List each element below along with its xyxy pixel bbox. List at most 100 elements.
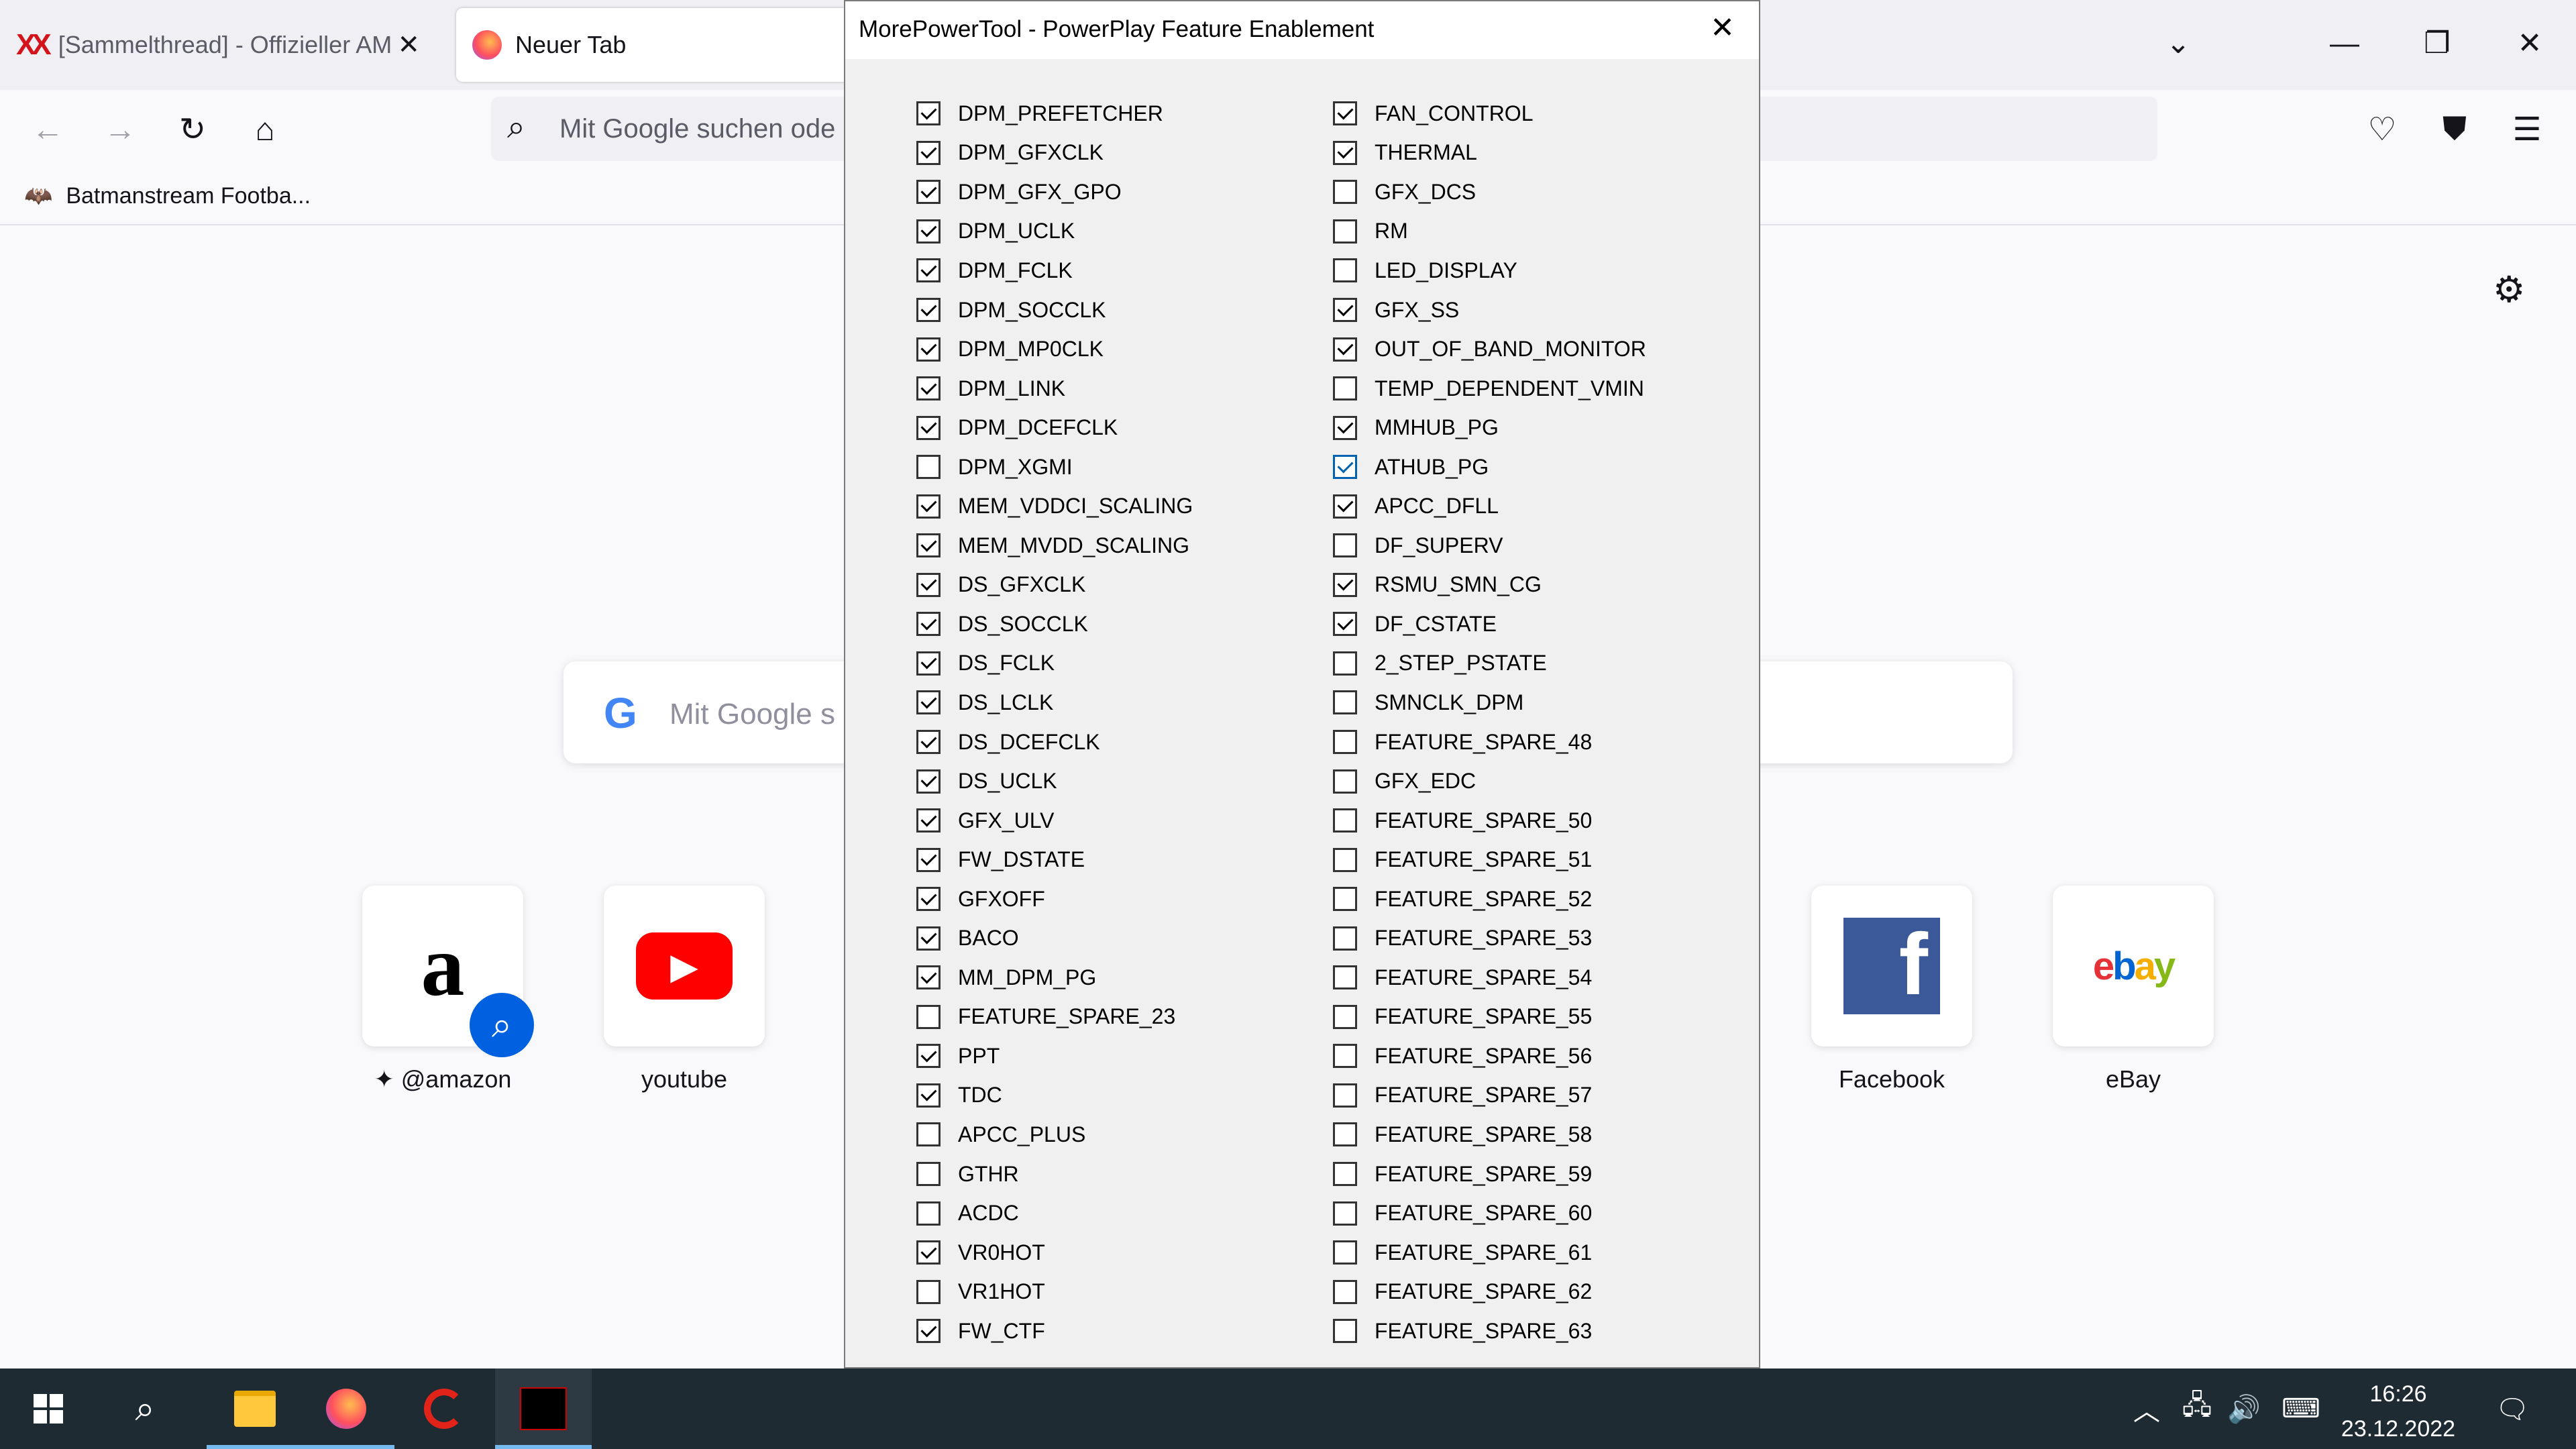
- feature-checkbox[interactable]: [916, 337, 941, 362]
- feature-row[interactable]: RSMU_SMN_CG: [1333, 566, 1646, 605]
- feature-row[interactable]: FEATURE_SPARE_58: [1333, 1115, 1646, 1155]
- feature-row[interactable]: DF_CSTATE: [1333, 604, 1646, 644]
- feature-checkbox[interactable]: [1333, 965, 1357, 990]
- feature-row[interactable]: BACO: [916, 918, 1193, 958]
- feature-checkbox[interactable]: [916, 1162, 941, 1187]
- feature-checkbox[interactable]: [916, 140, 941, 165]
- feature-row[interactable]: FEATURE_SPARE_62: [1333, 1272, 1646, 1311]
- feature-row[interactable]: DPM_DCEFCLK: [916, 408, 1193, 447]
- list-all-tabs-icon[interactable]: ⌄: [2148, 20, 2208, 67]
- feature-checkbox[interactable]: [1333, 337, 1357, 362]
- feature-row[interactable]: DS_LCLK: [916, 683, 1193, 722]
- feature-checkbox[interactable]: [916, 769, 941, 794]
- top-site-youtube[interactable]: ▶: [604, 885, 765, 1046]
- close-tab-icon[interactable]: ✕: [397, 30, 420, 60]
- restore-button[interactable]: ❐: [2407, 20, 2467, 67]
- feature-row[interactable]: FAN_CONTROL: [1333, 94, 1646, 133]
- show-hidden-icons-icon[interactable]: ︿: [2127, 1368, 2167, 1449]
- feature-row[interactable]: GFX_ULV: [916, 801, 1193, 841]
- back-button[interactable]: ←: [24, 106, 71, 153]
- feature-row[interactable]: DF_SUPERV: [1333, 526, 1646, 566]
- feature-row[interactable]: DPM_PREFETCHER: [916, 94, 1193, 133]
- feature-checkbox[interactable]: [1333, 1083, 1357, 1108]
- menu-button[interactable]: ☰: [2504, 106, 2551, 153]
- feature-row[interactable]: DPM_GFXCLK: [916, 133, 1193, 173]
- feature-row[interactable]: DS_FCLK: [916, 644, 1193, 684]
- feature-checkbox[interactable]: [916, 1004, 941, 1029]
- feature-checkbox[interactable]: [1333, 1240, 1357, 1265]
- feature-row[interactable]: ATHUB_PG: [1333, 447, 1646, 487]
- top-site-ebay[interactable]: ebay: [2053, 885, 2214, 1046]
- feature-checkbox[interactable]: [916, 180, 941, 205]
- feature-row[interactable]: VR0HOT: [916, 1233, 1193, 1273]
- file-explorer-button[interactable]: [207, 1368, 303, 1449]
- search-button[interactable]: ⌕: [97, 1368, 193, 1449]
- feature-checkbox[interactable]: [1333, 612, 1357, 637]
- feature-row[interactable]: SMNCLK_DPM: [1333, 683, 1646, 722]
- feature-checkbox[interactable]: [1333, 730, 1357, 755]
- feature-row[interactable]: GFXOFF: [916, 879, 1193, 919]
- feature-row[interactable]: MEM_VDDCI_SCALING: [916, 486, 1193, 526]
- feature-checkbox[interactable]: [1333, 847, 1357, 872]
- close-window-button[interactable]: ✕: [2500, 20, 2560, 67]
- feature-row[interactable]: TEMP_DEPENDENT_VMIN: [1333, 369, 1646, 409]
- feature-row[interactable]: FEATURE_SPARE_57: [1333, 1076, 1646, 1116]
- feature-checkbox[interactable]: [916, 808, 941, 833]
- feature-row[interactable]: OUT_OF_BAND_MONITOR: [1333, 329, 1646, 369]
- feature-checkbox[interactable]: [916, 1044, 941, 1069]
- feature-row[interactable]: FEATURE_SPARE_53: [1333, 918, 1646, 958]
- feature-checkbox[interactable]: [1333, 494, 1357, 519]
- network-icon[interactable]: 🖧: [2174, 1368, 2220, 1449]
- feature-checkbox[interactable]: [916, 1201, 941, 1226]
- settings-gear-icon[interactable]: ⚙: [2493, 268, 2525, 311]
- feature-checkbox[interactable]: [1333, 572, 1357, 597]
- feature-checkbox[interactable]: [916, 572, 941, 597]
- feature-checkbox[interactable]: [916, 847, 941, 872]
- clock[interactable]: 16:26 23.12.2022: [2321, 1377, 2475, 1446]
- feature-row[interactable]: FEATURE_SPARE_51: [1333, 840, 1646, 879]
- feature-checkbox[interactable]: [916, 1240, 941, 1265]
- feature-row[interactable]: GFX_EDC: [1333, 761, 1646, 801]
- feature-row[interactable]: RM: [1333, 212, 1646, 252]
- feature-row[interactable]: DPM_LINK: [916, 369, 1193, 409]
- ublock-icon[interactable]: ⛊: [2431, 106, 2478, 153]
- feature-row[interactable]: FEATURE_SPARE_61: [1333, 1233, 1646, 1273]
- feature-row[interactable]: LED_DISPLAY: [1333, 251, 1646, 290]
- feature-row[interactable]: FEATURE_SPARE_54: [1333, 958, 1646, 998]
- ccleaner-taskbar-button[interactable]: [396, 1368, 492, 1449]
- feature-checkbox[interactable]: [1333, 1319, 1357, 1344]
- feature-checkbox[interactable]: [916, 455, 941, 480]
- feature-checkbox[interactable]: [1333, 219, 1357, 244]
- feature-checkbox[interactable]: [1333, 808, 1357, 833]
- feature-row[interactable]: PPT: [916, 1036, 1193, 1076]
- feature-row[interactable]: ACDC: [916, 1193, 1193, 1233]
- feature-row[interactable]: MM_DPM_PG: [916, 958, 1193, 998]
- feature-checkbox[interactable]: [1333, 415, 1357, 440]
- feature-row[interactable]: MMHUB_PG: [1333, 408, 1646, 447]
- feature-row[interactable]: FEATURE_SPARE_63: [1333, 1311, 1646, 1351]
- feature-checkbox[interactable]: [916, 612, 941, 637]
- reload-button[interactable]: ↻: [169, 106, 216, 153]
- feature-checkbox[interactable]: [1333, 887, 1357, 912]
- feature-row[interactable]: FEATURE_SPARE_55: [1333, 998, 1646, 1037]
- feature-row[interactable]: DPM_SOCCLK: [916, 290, 1193, 330]
- feature-checkbox[interactable]: [1333, 769, 1357, 794]
- feature-row[interactable]: 2_STEP_PSTATE: [1333, 644, 1646, 684]
- feature-checkbox[interactable]: [916, 258, 941, 283]
- feature-checkbox[interactable]: [916, 887, 941, 912]
- feature-row[interactable]: VR1HOT: [916, 1272, 1193, 1311]
- feature-checkbox[interactable]: [1333, 140, 1357, 165]
- feature-row[interactable]: DPM_MP0CLK: [916, 329, 1193, 369]
- feature-checkbox[interactable]: [1333, 533, 1357, 558]
- feature-checkbox[interactable]: [916, 651, 941, 676]
- notification-icon[interactable]: 🗨: [2482, 1368, 2542, 1449]
- feature-checkbox[interactable]: [916, 494, 941, 519]
- start-button[interactable]: [0, 1368, 97, 1449]
- forward-button[interactable]: →: [97, 106, 144, 153]
- feature-row[interactable]: DPM_GFX_GPO: [916, 172, 1193, 212]
- feature-checkbox[interactable]: [916, 1319, 941, 1344]
- tab-new-tab[interactable]: Neuer Tab: [456, 8, 885, 82]
- feature-checkbox[interactable]: [1333, 376, 1357, 401]
- feature-row[interactable]: DS_DCEFCLK: [916, 722, 1193, 762]
- feature-checkbox[interactable]: [916, 1083, 941, 1108]
